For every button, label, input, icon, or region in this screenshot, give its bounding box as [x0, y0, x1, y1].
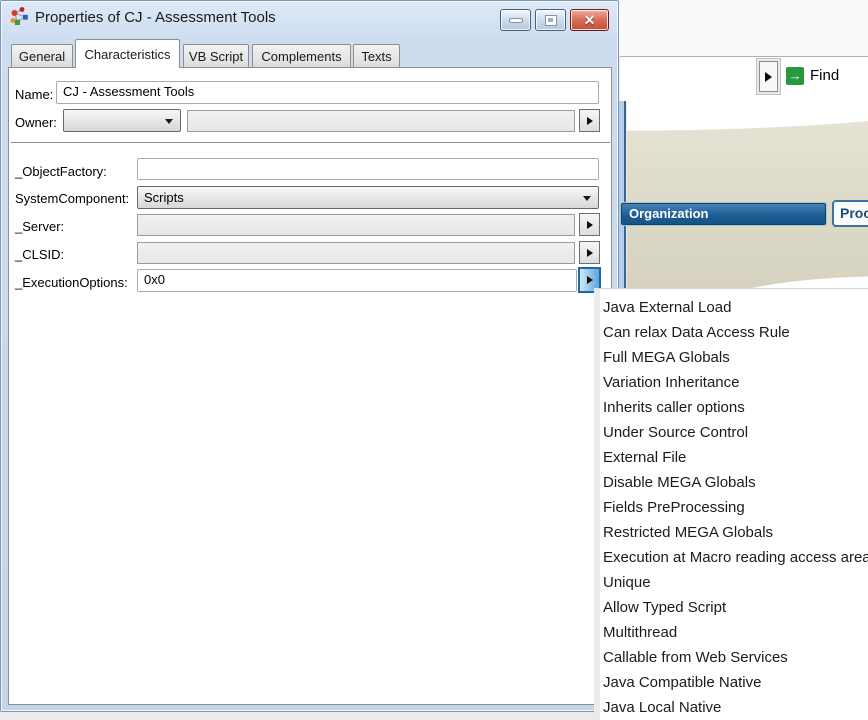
dropdown-item[interactable]: Java External Load	[600, 295, 868, 320]
object-factory-input[interactable]	[137, 158, 599, 180]
right-triangle-icon	[765, 72, 772, 82]
system-component-label: SystemComponent:	[15, 191, 129, 206]
chevron-down-icon	[165, 119, 173, 124]
dropdown-item[interactable]: External File	[600, 445, 868, 470]
clsid-arrow-button[interactable]	[579, 241, 600, 264]
dropdown-item[interactable]: Restricted MEGA Globals	[600, 520, 868, 545]
dropdown-item[interactable]: Disable MEGA Globals	[600, 470, 868, 495]
execution-options-label: _ExecutionOptions:	[15, 275, 128, 290]
find-icon[interactable]: →	[786, 67, 804, 85]
dropdown-item[interactable]: Callable from Web Services	[600, 645, 868, 670]
owner-arrow-button[interactable]	[579, 109, 600, 132]
maximize-icon	[545, 15, 557, 26]
tab-texts[interactable]: Texts	[353, 44, 400, 67]
app-background-top	[618, 0, 868, 56]
dropdown-item[interactable]: Can relax Data Access Rule	[600, 320, 868, 345]
dropdown-item[interactable]: Execution at Macro reading access area	[600, 545, 868, 570]
system-component-value: Scripts	[144, 190, 184, 205]
right-triangle-icon	[587, 249, 593, 257]
diagram-canvas: Organization Proc	[627, 101, 868, 288]
tab-vb-script[interactable]: VB Script	[183, 44, 249, 67]
properties-dialog: Properties of CJ - Assessment Tools ✕ Ge…	[0, 0, 619, 712]
dropdown-item[interactable]: Under Source Control	[600, 420, 868, 445]
find-label[interactable]: Find	[810, 67, 839, 84]
mega-app-icon	[10, 6, 32, 28]
server-arrow-button[interactable]	[579, 213, 600, 236]
close-icon: ✕	[584, 12, 596, 29]
right-triangle-icon	[587, 221, 593, 229]
close-button[interactable]: ✕	[570, 9, 609, 31]
object-factory-label: _ObjectFactory:	[15, 164, 107, 179]
dropdown-item[interactable]: Unique	[600, 570, 868, 595]
clsid-field[interactable]	[137, 242, 575, 264]
name-label: Name:	[15, 87, 53, 102]
tab-characteristics[interactable]: Characteristics	[75, 39, 180, 68]
search-arrow-frame	[756, 58, 781, 95]
server-label: _Server:	[15, 219, 64, 234]
tab-complements[interactable]: Complements	[252, 44, 351, 67]
dropdown-item[interactable]: Java Local Native	[600, 695, 868, 720]
system-component-combobox[interactable]: Scripts	[137, 186, 599, 209]
right-triangle-icon	[587, 117, 593, 125]
process-button[interactable]: Proc	[832, 200, 868, 227]
right-triangle-icon	[587, 276, 593, 284]
divider	[11, 142, 610, 144]
organization-button[interactable]: Organization	[620, 202, 827, 226]
search-input[interactable]	[620, 58, 755, 100]
owner-label: Owner:	[15, 115, 57, 130]
minimize-button[interactable]	[500, 9, 531, 31]
clsid-label: _CLSID:	[15, 247, 64, 262]
execution-options-dropdown: Java External Load Can relax Data Access…	[594, 288, 868, 720]
name-input[interactable]: CJ - Assessment Tools	[56, 81, 599, 104]
dropdown-item[interactable]: Fields PreProcessing	[600, 495, 868, 520]
tab-general[interactable]: General	[11, 44, 73, 67]
minimize-icon	[509, 18, 523, 23]
owner-field[interactable]	[187, 110, 575, 132]
maximize-button[interactable]	[535, 9, 566, 31]
server-field[interactable]	[137, 214, 575, 236]
search-arrow-button[interactable]	[759, 61, 778, 92]
dropdown-item[interactable]: Inherits caller options	[600, 395, 868, 420]
chevron-down-icon	[583, 196, 591, 201]
dropdown-item[interactable]: Multithread	[600, 620, 868, 645]
dropdown-item[interactable]: Java Compatible Native	[600, 670, 868, 695]
execution-options-input[interactable]: 0x0	[137, 269, 577, 292]
find-toolbar: → Find	[620, 56, 868, 101]
dropdown-item[interactable]: Full MEGA Globals	[600, 345, 868, 370]
owner-combobox[interactable]	[63, 109, 181, 132]
dropdown-item[interactable]: Variation Inheritance	[600, 370, 868, 395]
dropdown-item[interactable]: Allow Typed Script	[600, 595, 868, 620]
dialog-title: Properties of CJ - Assessment Tools	[35, 9, 276, 26]
